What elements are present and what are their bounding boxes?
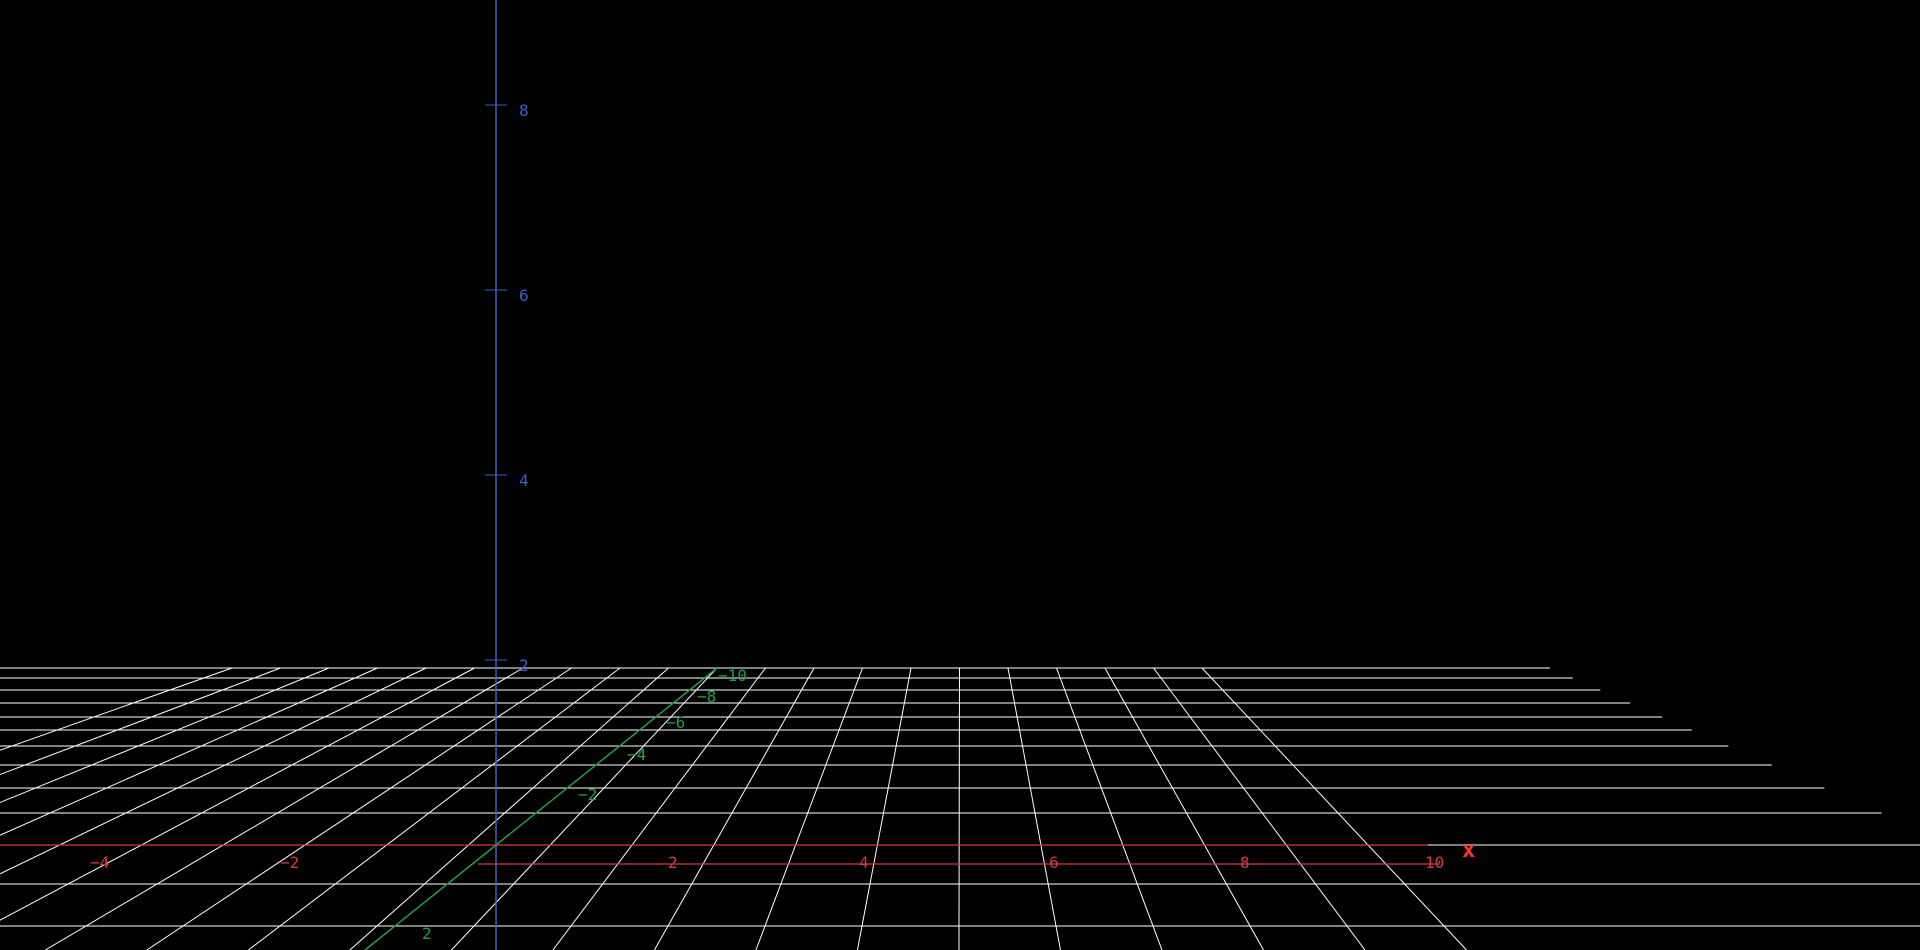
y-tick-label: −10 [718, 666, 747, 685]
x-tick-label: 4 [859, 853, 869, 872]
x-tick-label: −2 [280, 853, 299, 872]
z-tick-label: 2 [519, 656, 529, 675]
z-tick-label: 8 [519, 101, 529, 120]
x-tick-label: 8 [1240, 853, 1250, 872]
z-tick-label: 6 [519, 286, 529, 305]
z-tick-label: 4 [519, 471, 529, 490]
x-tick-label: 2 [668, 853, 678, 872]
y-tick-label: −8 [697, 687, 716, 706]
y-tick-label: −6 [666, 713, 685, 732]
y-tick-label: 2 [422, 924, 432, 943]
x-tick-label: −4 [90, 853, 109, 872]
3d-graph-view[interactable]: 8 6 4 2 −10 −8 −6 −4 −2 2 −4 −2 2 4 6 8 … [0, 0, 1920, 950]
y-tick-label: −4 [627, 745, 646, 764]
grid-line [958, 667, 960, 950]
x-tick-label: 6 [1049, 853, 1059, 872]
canvas-background [0, 0, 1920, 950]
x-axis-name: x [1462, 838, 1475, 863]
x-tick-label: 10 [1425, 853, 1444, 872]
y-tick-label: −2 [578, 785, 597, 804]
